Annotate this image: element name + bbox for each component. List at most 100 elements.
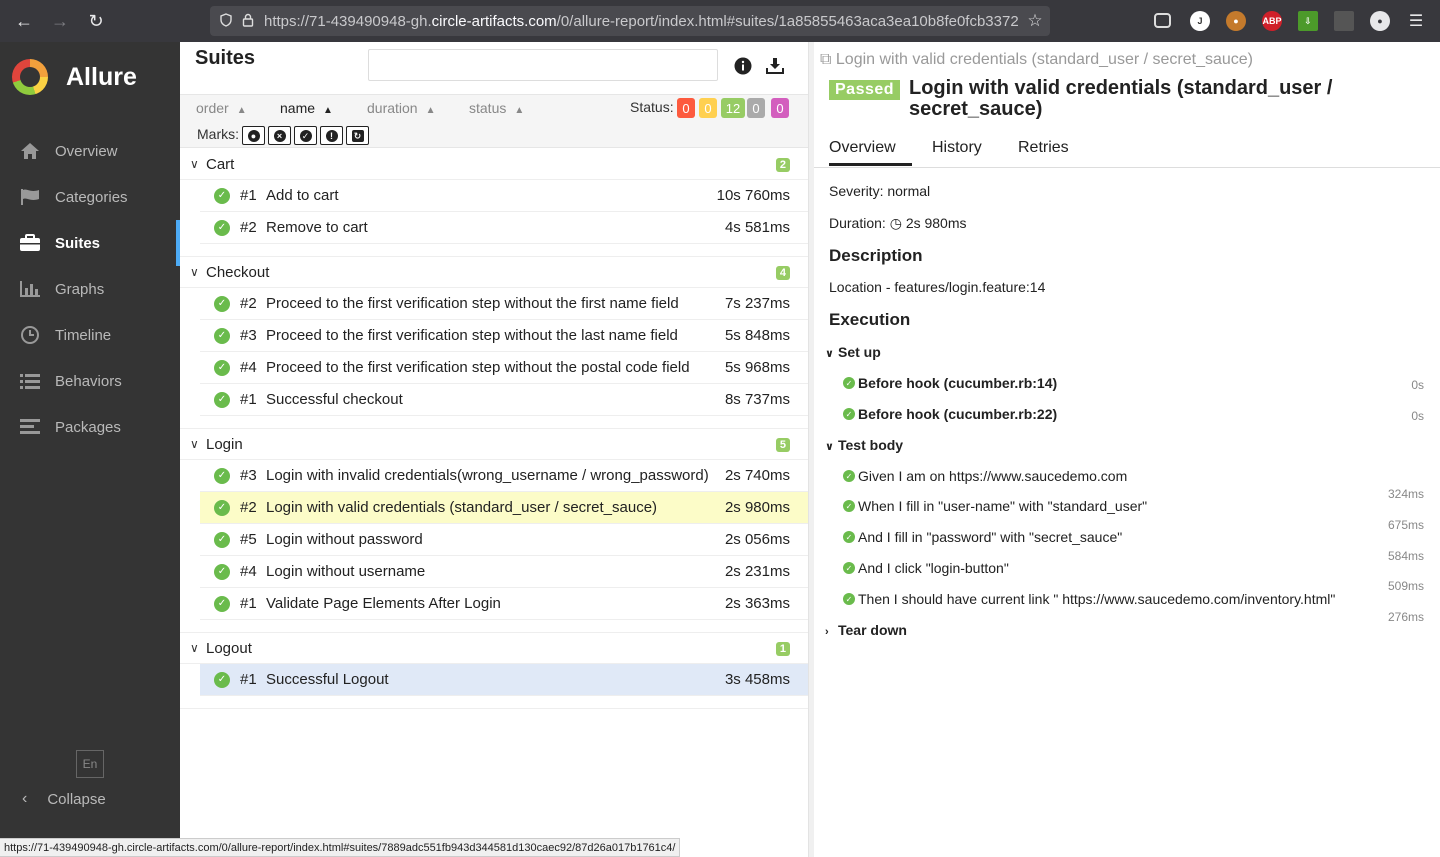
sort-arrows-icon: ▲︎ <box>236 105 247 116</box>
group-spacer <box>180 696 808 709</box>
status-count-badge[interactable]: 0 <box>677 98 695 118</box>
lock-icon[interactable] <box>242 13 254 30</box>
test-row[interactable]: ✓ #5 Login without password 2s 056ms <box>200 524 808 556</box>
mark-new-failed-toggle[interactable]: × <box>268 126 291 145</box>
suite-group-login[interactable]: ∨ Login 5 <box>180 429 808 460</box>
test-row[interactable]: ✓ #2 Proceed to the first verification ste… <box>200 288 808 320</box>
setup-section-toggle[interactable]: ∨ Set up <box>825 344 881 360</box>
step-duration: 675ms <box>1387 518 1424 532</box>
step-name: And I fill in "password" with "secret_sa… <box>858 529 1123 545</box>
sidebar-item-packages[interactable]: Packages <box>0 404 180 450</box>
language-button[interactable]: En <box>76 750 104 778</box>
test-title: Login with valid credentials (standard_u… <box>909 77 1333 120</box>
status-count-badge[interactable]: 0 <box>699 98 717 118</box>
sidebar-item-label: Timeline <box>55 326 112 344</box>
test-body-section-toggle[interactable]: ∨ Test body <box>825 437 903 453</box>
test-row[interactable]: ✓ #4 Login without username 2s 231ms <box>200 556 808 588</box>
test-row[interactable]: ✓ #4 Proceed to the first verification ste… <box>200 352 808 384</box>
suite-group-checkout[interactable]: ∨ Checkout 4 <box>180 257 808 288</box>
sidebar-item-timeline[interactable]: Timeline <box>0 312 180 358</box>
status-count-badge[interactable]: 0 <box>771 98 789 118</box>
sort-name[interactable]: name ▲ <box>280 100 333 116</box>
sidebar-item-graphs[interactable]: Graphs <box>0 266 180 312</box>
home-icon <box>18 141 42 161</box>
test-duration: 4s 581ms <box>724 219 790 236</box>
suite-group-name: Login <box>206 435 243 453</box>
sort-status[interactable]: status ▲ <box>469 100 524 116</box>
mark-retries-toggle[interactable]: ↻ <box>346 126 369 145</box>
test-row[interactable]: ✓ #2 Login with valid credentials (standar… <box>200 492 808 524</box>
setup-step[interactable]: ✓ Before hook (cucumber.rb:22) <box>843 406 1057 422</box>
mark-flaky-toggle[interactable]: ● <box>242 126 265 145</box>
suite-group-cart[interactable]: ∨ Cart 2 <box>180 149 808 180</box>
chevron-left-icon: ‹ <box>22 790 28 807</box>
test-duration: 2s 980ms <box>724 499 790 516</box>
ghost-icon[interactable]: ● <box>1370 11 1390 31</box>
sidebar-item-overview[interactable]: Overview <box>0 128 180 174</box>
body-step[interactable]: ✓ And I click "login-button" <box>843 560 1009 576</box>
status-filter-label: Status: <box>630 99 674 115</box>
step-name: Before hook (cucumber.rb:14) <box>858 375 1058 391</box>
status-count-badge[interactable]: 12 <box>721 98 745 118</box>
test-row[interactable]: ✓ #3 Login with invalid credentials(wrong_… <box>200 460 808 492</box>
suite-group-logout[interactable]: ∨ Logout 1 <box>180 633 808 664</box>
test-duration: 5s 848ms <box>724 327 790 344</box>
reload-icon[interactable]: ↻ <box>78 3 114 39</box>
teardown-section-toggle[interactable]: › Tear down <box>825 622 907 638</box>
extension-monkey-icon[interactable]: ● <box>1226 11 1246 31</box>
sort-bar: order ▲︎ name ▲ duration ▲ status ▲ Status: … <box>180 94 808 148</box>
bomb-icon: ● <box>247 129 260 142</box>
back-icon[interactable]: ← <box>6 3 42 39</box>
address-bar[interactable]: https://71-439490948-gh.circle-artifacts… <box>210 6 1050 36</box>
menu-icon[interactable]: ☰ <box>1406 11 1426 31</box>
setup-step[interactable]: ✓ Before hook (cucumber.rb:14) <box>843 375 1057 391</box>
mark-new-broken-toggle[interactable]: ! <box>320 126 343 145</box>
brand[interactable]: Allure <box>0 42 180 112</box>
test-row[interactable]: ✓ #1 Validate Page Elements After Login 2s … <box>200 588 808 620</box>
adblock-icon[interactable]: ABP <box>1262 11 1282 31</box>
mark-new-passed-toggle[interactable]: ✓ <box>294 126 317 145</box>
tab-history[interactable]: History <box>932 139 982 157</box>
sidebar-item-behaviors[interactable]: Behaviors <box>0 358 180 404</box>
shield-icon[interactable] <box>220 12 232 30</box>
body-step[interactable]: ✓ When I fill in "user-name" with "standa… <box>843 498 1147 514</box>
extension-j-icon[interactable]: J <box>1190 11 1210 31</box>
tab-retries[interactable]: Retries <box>1018 139 1069 157</box>
download-icon[interactable] <box>765 56 785 76</box>
download-extension-icon[interactable]: ⇩ <box>1298 11 1318 31</box>
passed-check-icon: ✓ <box>214 563 230 580</box>
test-name: Login without password <box>266 531 423 548</box>
test-row[interactable]: ✓ #1 Add to cart 10s 760ms <box>200 180 808 212</box>
sort-order-label: order <box>196 100 229 116</box>
test-row[interactable]: ✓ #1 Successful checkout 8s 737ms <box>200 384 808 416</box>
forward-icon[interactable]: → <box>42 3 78 39</box>
body-step[interactable]: ✓ And I fill in "password" with "secret_s… <box>843 529 1122 545</box>
sidebar-item-categories[interactable]: Categories <box>0 174 180 220</box>
test-row[interactable]: ✓ #1 Successful Logout 3s 458ms <box>200 664 808 696</box>
collapse-button[interactable]: ‹ Collapse <box>22 790 106 808</box>
bookmark-star-icon[interactable]: ☆ <box>1020 11 1050 31</box>
passed-check-icon: ✓ <box>214 595 230 612</box>
test-row[interactable]: ✓ #2 Remove to cart 4s 581ms <box>200 212 808 244</box>
body-step[interactable]: ✓ Given I am on https://www.saucedemo.com <box>843 468 1127 484</box>
body-step[interactable]: ✓ Then I should have current link " https… <box>843 591 1335 607</box>
pocket-icon[interactable] <box>1154 13 1171 28</box>
search-input[interactable] <box>368 49 718 81</box>
sort-duration[interactable]: duration ▲ <box>367 100 436 116</box>
tab-overview[interactable]: Overview <box>829 139 912 166</box>
chevron-down-icon: ∨ <box>825 441 834 453</box>
status-count-badge[interactable]: 0 <box>747 98 765 118</box>
info-icon[interactable] <box>733 56 753 76</box>
passed-check-icon: ✓ <box>214 499 230 516</box>
test-row[interactable]: ✓ #3 Proceed to the first verification ste… <box>200 320 808 352</box>
extension-grid-icon[interactable] <box>1334 11 1354 31</box>
test-number: #4 <box>240 563 257 580</box>
passed-check-icon: ✓ <box>214 359 230 376</box>
test-number: #2 <box>240 295 257 312</box>
sidebar-item-suites[interactable]: Suites <box>0 220 180 266</box>
suite-group-name: Logout <box>206 639 252 657</box>
sort-order[interactable]: order ▲︎ <box>196 100 247 116</box>
test-name: Login with valid credentials (standard_u… <box>266 499 658 516</box>
test-breadcrumb[interactable]: ⧉ Login with valid credentials (standard… <box>820 51 1253 69</box>
test-number: #3 <box>240 327 257 344</box>
